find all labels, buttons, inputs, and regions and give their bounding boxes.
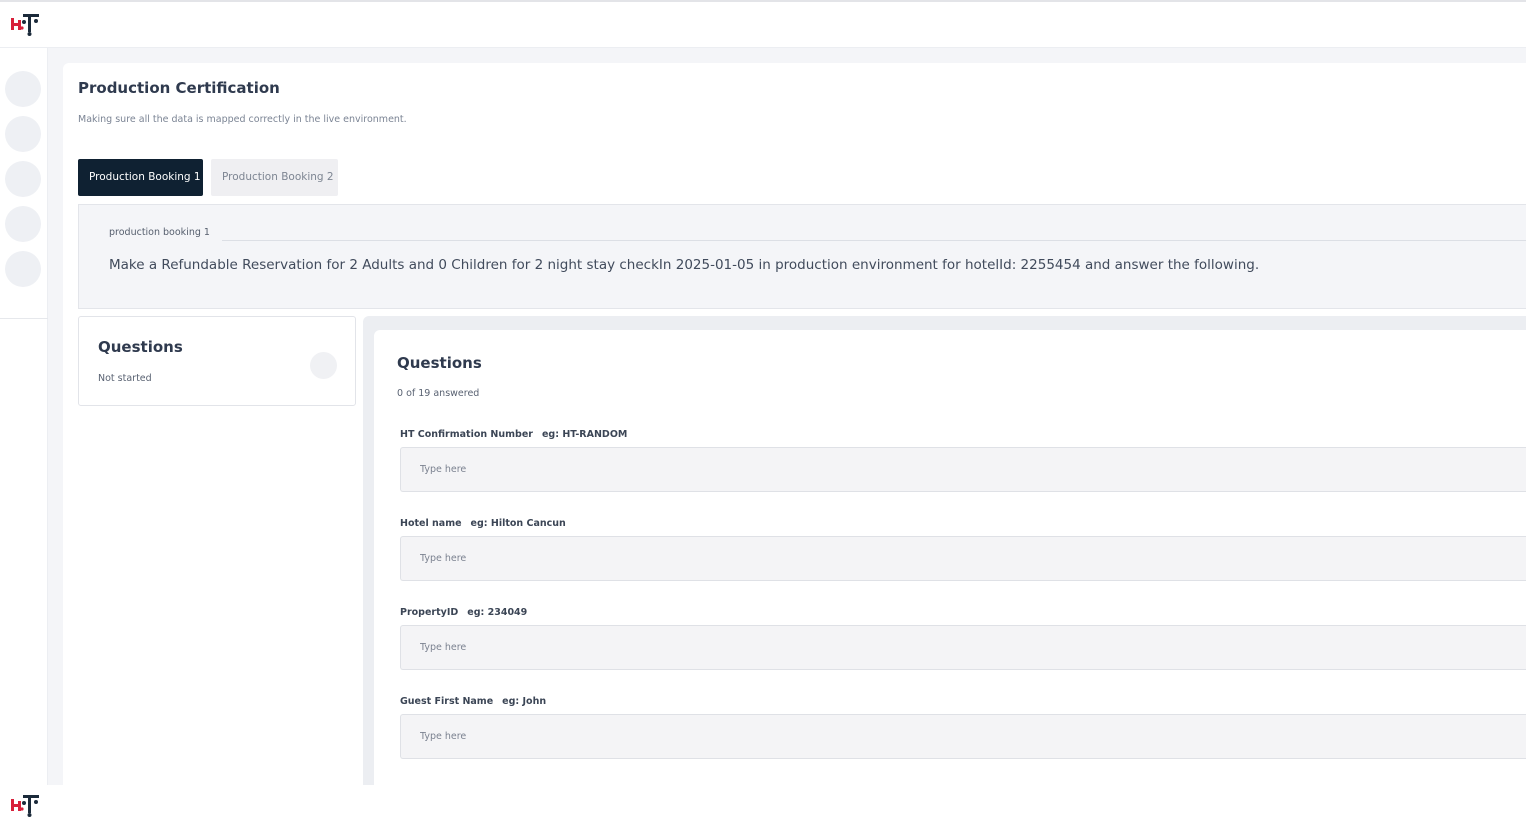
property-id-input[interactable]	[400, 625, 1526, 670]
field-label-text: HT Confirmation Number	[400, 429, 533, 440]
tab-production-booking-1[interactable]: Production Booking 1	[78, 159, 203, 196]
sidebar-divider	[0, 318, 48, 319]
questions-card-status: Not started	[98, 373, 152, 384]
sidebar-nav-item-2[interactable]	[5, 116, 41, 152]
hotel-logo-icon[interactable]	[9, 12, 43, 38]
field-example: eg: Hilton Cancun	[470, 518, 566, 529]
questions-section-card[interactable]: Questions Not started	[78, 316, 356, 406]
field-label-text: Hotel name	[400, 518, 462, 529]
field-label-property-id: PropertyID eg: 234049	[400, 607, 527, 618]
sidebar-nav-item-5[interactable]	[5, 251, 41, 287]
booking-label: production booking 1	[109, 227, 210, 238]
questions-progress: 0 of 19 answered	[397, 388, 480, 399]
questions-panel: Questions 0 of 19 answered HT Confirmati…	[374, 330, 1526, 785]
hotel-logo-icon[interactable]	[9, 793, 43, 819]
field-label-guest-first-name: Guest First Name eg: John	[400, 696, 546, 707]
questions-title: Questions	[397, 354, 482, 372]
sidebar-nav-item-3[interactable]	[5, 161, 41, 197]
field-label-ht-confirmation: HT Confirmation Number eg: HT-RANDOM	[400, 429, 627, 440]
guest-first-name-input[interactable]	[400, 714, 1526, 759]
field-example: eg: HT-RANDOM	[541, 429, 628, 440]
sidebar-nav-item-4[interactable]	[5, 206, 41, 242]
sidebar	[0, 48, 48, 785]
field-label-text: Guest First Name	[400, 696, 494, 707]
sidebar-nav-item-1[interactable]	[5, 71, 41, 107]
field-example: eg: John	[502, 696, 547, 707]
hotel-name-input[interactable]	[400, 536, 1526, 581]
booking-instruction: Make a Refundable Reservation for 2 Adul…	[109, 257, 1260, 273]
field-label-text: PropertyID	[400, 607, 459, 618]
page-subtitle: Making sure all the data is mapped corre…	[78, 114, 407, 125]
divider	[222, 240, 1526, 241]
questions-card-title: Questions	[98, 338, 183, 356]
booking-instruction-box: production booking 1 Make a Refundable R…	[78, 204, 1526, 309]
page-title: Production Certification	[78, 79, 280, 97]
tab-production-booking-2[interactable]: Production Booking 2	[211, 159, 338, 196]
top-bar	[0, 0, 1526, 48]
progress-circle-icon	[310, 352, 337, 379]
field-example: eg: 234049	[467, 607, 528, 618]
field-label-hotel-name: Hotel name eg: Hilton Cancun	[400, 518, 566, 529]
ht-confirmation-number-input[interactable]	[400, 447, 1526, 492]
